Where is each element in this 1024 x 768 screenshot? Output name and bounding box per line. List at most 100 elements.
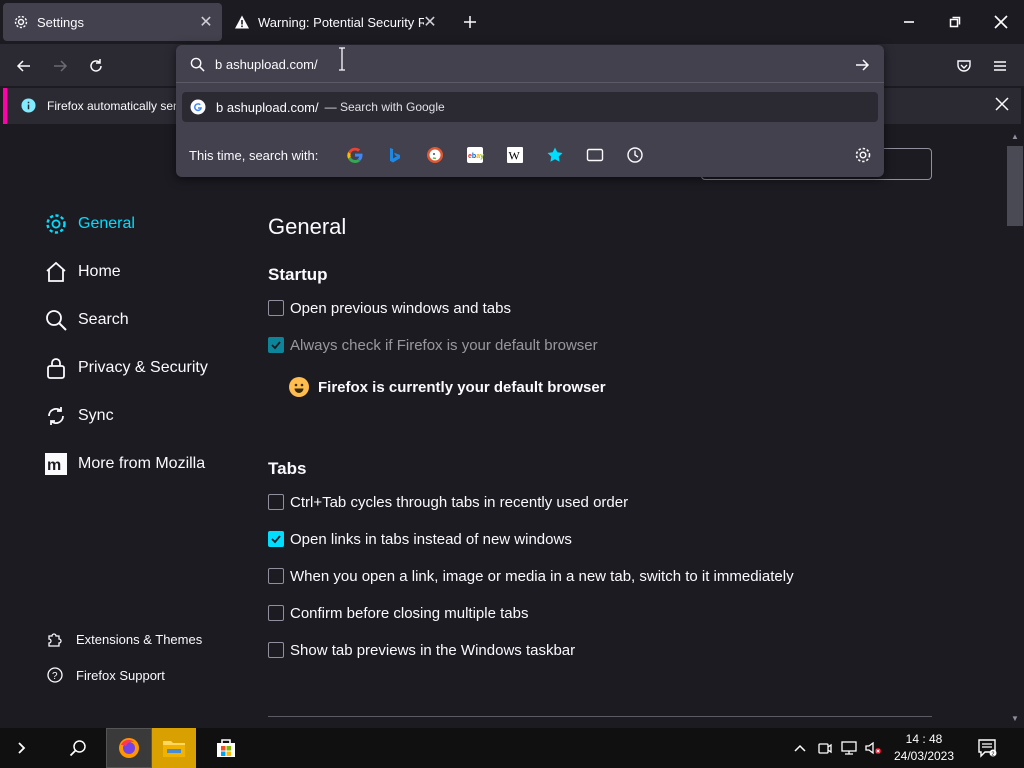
taskbar-search-button[interactable] xyxy=(60,728,96,768)
scroll-down-icon[interactable]: ▼ xyxy=(1011,714,1019,723)
checkbox xyxy=(268,337,284,353)
help-icon: ? xyxy=(46,666,64,684)
tab-settings[interactable]: Settings ✕ xyxy=(3,3,222,41)
meet-now-button[interactable] xyxy=(814,728,836,768)
new-tab-button[interactable] xyxy=(458,10,482,34)
sidebar-item-sync[interactable]: Sync xyxy=(44,402,114,430)
switch-to-new-tab-checkbox[interactable]: When you open a link, image or media in … xyxy=(268,566,794,586)
mozilla-icon: m xyxy=(44,452,68,476)
search-icon xyxy=(69,740,86,757)
search-with-label: This time, search with: xyxy=(189,148,319,163)
wikipedia-icon[interactable]: W xyxy=(504,144,526,166)
close-window-button[interactable] xyxy=(978,0,1024,44)
page-scrollbar[interactable]: ▲ ▼ xyxy=(1006,126,1024,728)
clock-time: 14 : 48 xyxy=(905,732,943,746)
volume-button[interactable] xyxy=(862,728,884,768)
history-icon[interactable] xyxy=(624,144,646,166)
forward-button[interactable] xyxy=(46,52,74,80)
checkbox-label: Confirm before closing multiple tabs xyxy=(290,604,529,622)
search-suggestion-row[interactable]: b ashupload.com/ — Search with Google xyxy=(182,92,878,122)
tab-warning[interactable]: Warning: Potential Security Risk ✕ xyxy=(224,3,444,41)
taskbar-expand-button[interactable] xyxy=(8,728,36,768)
sidebar-item-more-from-mozilla[interactable]: m More from Mozilla xyxy=(44,450,205,478)
search-settings-gear-icon[interactable] xyxy=(852,144,874,166)
search-icon xyxy=(190,57,205,77)
back-arrow-icon xyxy=(16,60,30,72)
checkbox[interactable] xyxy=(268,605,284,621)
tab-title: Warning: Potential Security Risk xyxy=(258,14,424,30)
checkbox-label: Always check if Firefox is your default … xyxy=(290,336,598,354)
scroll-up-icon[interactable]: ▲ xyxy=(1011,132,1019,141)
minimize-button[interactable] xyxy=(886,0,932,44)
duckduckgo-icon[interactable] xyxy=(424,144,446,166)
puzzle-icon xyxy=(46,630,64,648)
system-clock[interactable]: 14 : 48 24/03/2023 xyxy=(884,731,964,765)
sidebar-item-general[interactable]: General xyxy=(44,210,135,238)
checkbox-label: Show tab previews in the Windows taskbar xyxy=(290,641,576,659)
url-input[interactable]: b ashupload.com/ xyxy=(176,45,884,83)
suggestion-query: b ashupload.com/ xyxy=(216,99,319,115)
svg-text:ebay: ebay xyxy=(468,153,484,160)
checkbox-label: Open links in tabs instead of new window… xyxy=(290,530,572,548)
home-icon xyxy=(44,260,68,284)
checkbox[interactable] xyxy=(268,568,284,584)
restore-button[interactable] xyxy=(932,0,978,44)
pocket-button[interactable] xyxy=(950,52,978,80)
pocket-icon xyxy=(957,60,971,72)
taskbar-firefox-button[interactable] xyxy=(106,728,152,768)
tab-title: Settings xyxy=(37,14,84,30)
bing-icon[interactable] xyxy=(384,144,406,166)
footer-link-label: Extensions & Themes xyxy=(76,631,203,647)
scrollbar-thumb[interactable] xyxy=(1007,146,1023,226)
checkmark-icon xyxy=(271,341,281,350)
url-input-value: b ashupload.com/ xyxy=(215,57,318,72)
go-arrow-icon[interactable] xyxy=(854,57,870,78)
close-tab-icon[interactable]: ✕ xyxy=(422,14,438,31)
close-notification-icon[interactable] xyxy=(995,97,1009,116)
taskbar-store-button[interactable] xyxy=(206,728,246,768)
bookmarks-star-icon[interactable] xyxy=(544,144,566,166)
open-links-in-tabs-checkbox[interactable]: Open links in tabs instead of new window… xyxy=(268,529,572,549)
app-menu-button[interactable] xyxy=(986,52,1014,80)
open-previous-windows-checkbox[interactable]: Open previous windows and tabs xyxy=(268,298,511,318)
plus-icon xyxy=(464,16,476,28)
smiley-icon xyxy=(289,377,309,397)
sidebar-item-search[interactable]: Search xyxy=(44,306,129,334)
restore-icon xyxy=(949,16,961,28)
tab-previews-checkbox[interactable]: Show tab previews in the Windows taskbar xyxy=(268,640,575,660)
reload-button[interactable] xyxy=(82,52,110,80)
sidebar-item-label: Home xyxy=(78,263,121,280)
firefox-icon xyxy=(119,738,139,758)
network-button[interactable] xyxy=(838,728,860,768)
checkbox[interactable] xyxy=(268,642,284,658)
extensions-themes-link[interactable]: Extensions & Themes xyxy=(46,629,202,649)
action-center-button[interactable]: 2 xyxy=(970,728,1004,768)
google-icon[interactable] xyxy=(344,144,366,166)
ctrl-tab-checkbox[interactable]: Ctrl+Tab cycles through tabs in recently… xyxy=(268,492,628,512)
taskbar-file-explorer-button[interactable] xyxy=(152,728,196,768)
checkbox[interactable] xyxy=(268,494,284,510)
network-icon xyxy=(841,741,857,755)
firefox-support-link[interactable]: ? Firefox Support xyxy=(46,665,165,685)
svg-text:2: 2 xyxy=(991,751,994,757)
back-button[interactable] xyxy=(10,52,38,80)
sidebar-item-privacy[interactable]: Privacy & Security xyxy=(44,354,208,382)
ebay-icon[interactable]: ebay xyxy=(464,144,486,166)
clock-date: 24/03/2023 xyxy=(893,749,955,763)
windows-taskbar: 14 : 48 24/03/2023 2 xyxy=(0,728,1024,768)
checkbox[interactable] xyxy=(268,531,284,547)
checkbox[interactable] xyxy=(268,300,284,316)
settings-page: General Home Search Privacy & Security S… xyxy=(0,126,1006,728)
camera-icon xyxy=(818,743,832,754)
lock-icon xyxy=(44,356,68,380)
sidebar-item-home[interactable]: Home xyxy=(44,258,121,286)
confirm-close-tabs-checkbox[interactable]: Confirm before closing multiple tabs xyxy=(268,603,528,623)
sidebar-item-label: Search xyxy=(78,311,129,328)
section-divider xyxy=(268,716,932,717)
close-tab-icon[interactable]: ✕ xyxy=(198,14,214,31)
tabs-icon[interactable] xyxy=(584,144,606,166)
store-icon xyxy=(217,739,235,757)
suggestion-action: — Search with Google xyxy=(324,100,445,114)
show-hidden-icons-button[interactable] xyxy=(788,728,812,768)
folder-icon xyxy=(163,741,185,757)
